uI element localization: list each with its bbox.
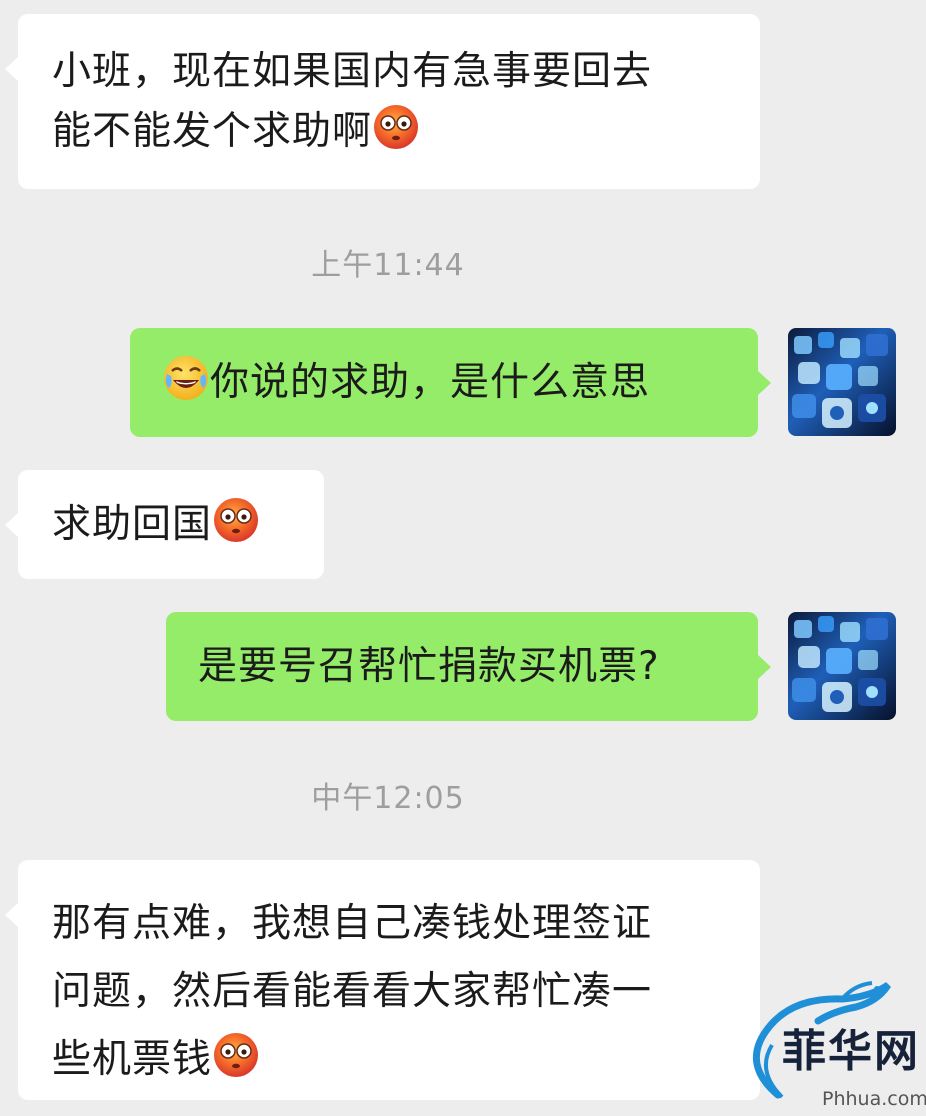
message-bubble-outgoing[interactable]: 是要号召帮忙捐款买机票?	[166, 612, 771, 721]
tears-of-joy-face-icon	[162, 354, 210, 402]
message-text-line: 些机票钱	[52, 1037, 213, 1082]
message-bubble-incoming[interactable]: 那有点难，我想自己凑钱处理签证 问题，然后看能看看大家帮忙凑一 些机票钱	[5, 860, 760, 1100]
message-bubble-incoming[interactable]: 小班，现在如果国内有急事要回去 能不能发个求助啊	[5, 14, 760, 189]
message-text: 是要号召帮忙捐款买机票?	[198, 644, 660, 689]
message-text-line: 问题，然后看能看看大家帮忙凑一	[52, 969, 653, 1014]
message-timestamp: 中午12:05	[311, 781, 465, 816]
message-text-line: 小班，现在如果国内有急事要回去	[52, 49, 653, 94]
flushed-face-icon	[212, 1031, 260, 1079]
watermark: 菲华网 Phhua.com	[738, 975, 926, 1116]
message-text: 你说的求助，是什么意思	[210, 360, 651, 405]
message-bubble-outgoing[interactable]: 你说的求助，是什么意思	[130, 328, 771, 437]
message-text: 求助回国	[52, 502, 213, 547]
avatar[interactable]	[788, 612, 896, 720]
message-timestamp: 上午11:44	[311, 248, 465, 283]
message-text-line: 能不能发个求助啊	[52, 109, 373, 154]
watermark-brand-text: 菲华网	[782, 1026, 920, 1077]
watermark-site-label: Phhua.com	[822, 1088, 926, 1110]
avatar[interactable]	[788, 328, 896, 436]
flushed-face-icon	[212, 496, 260, 544]
message-bubble-incoming[interactable]: 求助回国	[5, 470, 324, 579]
message-text-line: 那有点难，我想自己凑钱处理签证	[52, 901, 653, 946]
flushed-face-icon	[372, 103, 420, 151]
